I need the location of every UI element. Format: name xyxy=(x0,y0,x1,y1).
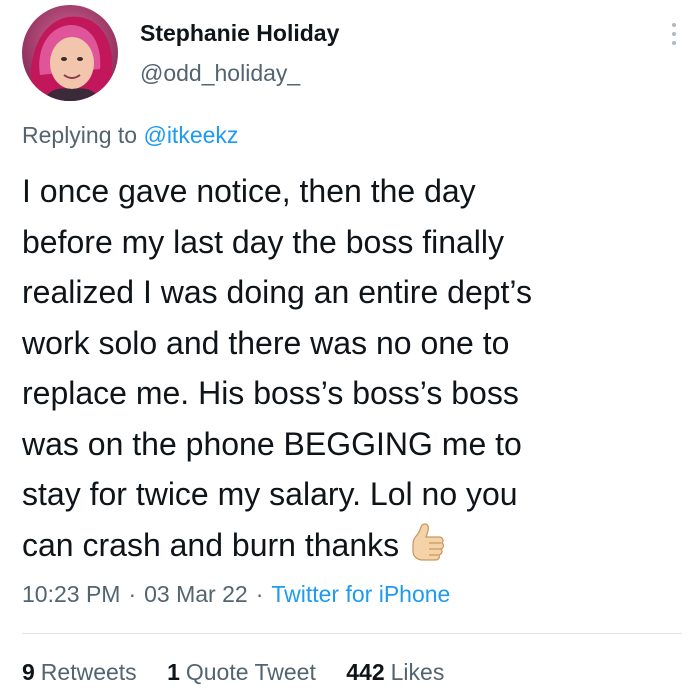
thumbs-up-emoji-icon xyxy=(407,522,449,562)
display-name[interactable]: Stephanie Holiday xyxy=(140,19,339,47)
tweet-text-line: work solo and there was no one to xyxy=(22,324,510,361)
tweet-source-link[interactable]: Twitter for iPhone xyxy=(271,581,450,607)
avatar-image xyxy=(22,5,118,101)
meta-separator: · xyxy=(255,581,264,607)
avatar[interactable] xyxy=(22,5,118,101)
likes-label: Likes xyxy=(390,659,445,685)
tweet-header: Stephanie Holiday @odd_holiday_ xyxy=(22,5,682,101)
tweet-text-line: I once gave notice, then the day xyxy=(22,173,476,209)
more-options-icon[interactable] xyxy=(664,19,684,51)
tweet-text-line-last: can crash and burn thanks xyxy=(22,520,682,571)
tweet-text-line: realized I was doing an entire dept’s xyxy=(22,274,532,310)
reply-mention-link[interactable]: @itkeekz xyxy=(143,122,238,148)
replying-to-label: Replying to xyxy=(22,122,138,148)
likes-count: 442 xyxy=(346,659,385,685)
stats-divider xyxy=(22,633,682,634)
retweets-count: 9 xyxy=(22,659,35,685)
tweet-text-line: stay for twice my salary. Lol no you xyxy=(22,476,518,512)
likes-stat[interactable]: 442 Likes xyxy=(346,659,444,685)
tweet-text-last-words: can crash and burn thanks xyxy=(22,526,400,563)
tweet-text-line: replace me. His boss’s boss’s boss xyxy=(22,375,519,411)
tweet-text-line: before my last day the boss finally xyxy=(22,223,505,260)
retweets-stat[interactable]: 9 Retweets xyxy=(22,659,137,685)
tweet-text-line: was on the phone BEGGING me to xyxy=(22,425,522,462)
retweets-label: Retweets xyxy=(40,659,137,685)
quote-tweets-stat[interactable]: 1 Quote Tweet xyxy=(167,659,316,685)
tweet-stats: 9 Retweets 1 Quote Tweet 442 Likes xyxy=(22,657,468,687)
tweet-time[interactable]: 10:23 PM xyxy=(22,581,120,607)
tweet-text: I once gave notice, then the day before … xyxy=(22,166,682,570)
quote-tweets-count: 1 xyxy=(167,659,180,685)
replying-to: Replying to @itkeekz xyxy=(22,120,238,150)
user-names: Stephanie Holiday @odd_holiday_ xyxy=(140,19,339,87)
meta-separator: · xyxy=(128,581,137,607)
quote-tweets-label: Quote Tweet xyxy=(185,659,316,685)
tweet-card: Stephanie Holiday @odd_holiday_ Replying… xyxy=(0,0,700,695)
tweet-meta: 10:23 PM · 03 Mar 22 · Twitter for iPhone xyxy=(22,578,450,610)
user-handle[interactable]: @odd_holiday_ xyxy=(140,59,339,87)
tweet-date[interactable]: 03 Mar 22 xyxy=(144,581,248,607)
